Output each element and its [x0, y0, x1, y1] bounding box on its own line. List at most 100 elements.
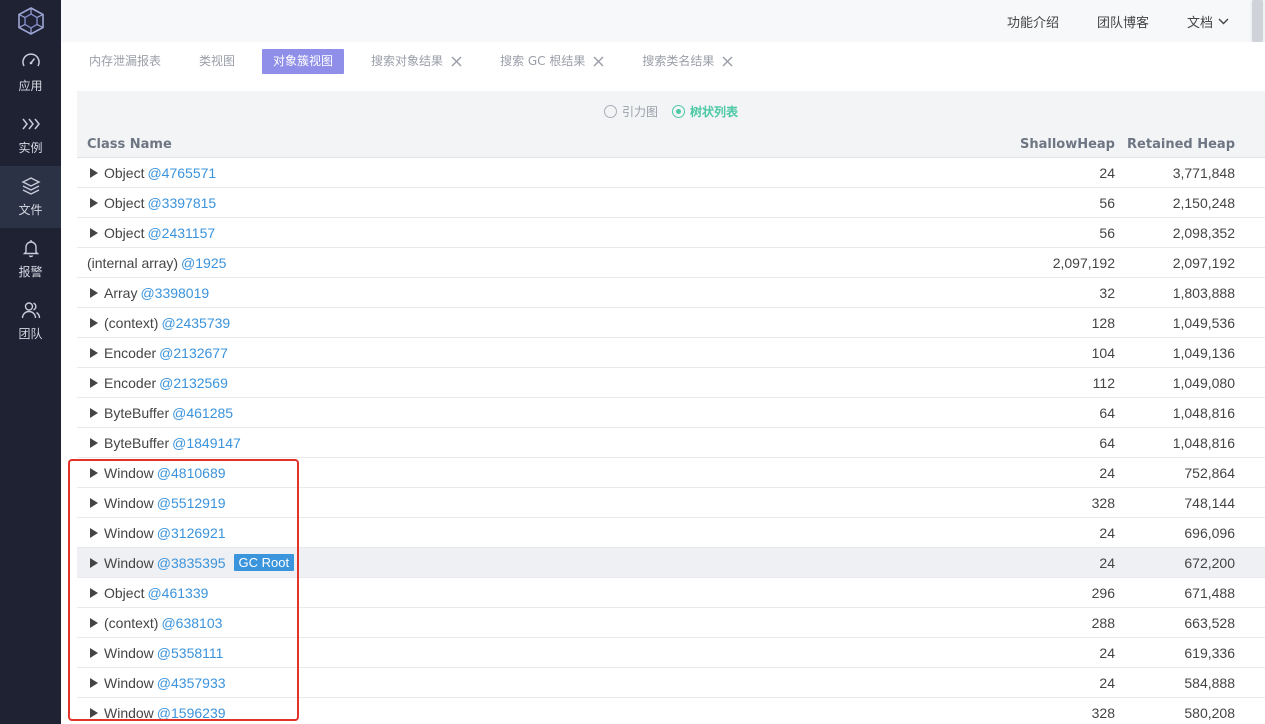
scrollbar-thumb[interactable]	[1252, 0, 1263, 42]
view-toggle: 引力图 树状列表	[77, 91, 1265, 131]
sidebar-item-files[interactable]: 文件	[0, 166, 61, 228]
class-label: Window	[104, 524, 154, 541]
expand-caret-icon[interactable]	[90, 407, 98, 418]
object-address-link[interactable]: @3398019	[140, 285, 209, 301]
object-address-link[interactable]: @2435739	[161, 315, 230, 331]
sidebar-item-label: 报警	[18, 265, 43, 279]
object-address-link[interactable]: @3397815	[147, 195, 216, 211]
object-address-link[interactable]: @5358111	[157, 645, 224, 661]
expand-caret-icon[interactable]	[90, 647, 98, 658]
tab-class-view[interactable]: 类视图	[188, 49, 246, 74]
cell-class-name: Object @461339	[77, 585, 965, 601]
expand-caret-icon[interactable]	[90, 347, 98, 358]
radio-label: 树状列表	[690, 104, 739, 119]
table-row[interactable]: Window @5358111 24 619,336	[77, 638, 1265, 668]
cell-class-name: Window @3835395 GC Root	[77, 554, 965, 571]
table-row[interactable]: Encoder @2132677 104 1,049,136	[77, 338, 1265, 368]
cell-class-name: (internal array) @1925	[77, 255, 965, 271]
table-row[interactable]: ByteBuffer @1849147 64 1,048,816	[77, 428, 1265, 458]
expand-caret-icon[interactable]	[90, 317, 98, 328]
object-address-link[interactable]: @2431157	[147, 225, 215, 241]
tab-label: 对象簇视图	[273, 54, 334, 68]
close-icon[interactable]	[451, 56, 462, 67]
close-icon[interactable]	[593, 56, 604, 67]
topnav-features-link[interactable]: 功能介绍	[1007, 12, 1059, 31]
radio-force-graph[interactable]: 引力图	[603, 103, 658, 120]
object-address-link[interactable]: @638103	[161, 615, 222, 631]
header-class-name[interactable]: Class Name	[77, 137, 965, 152]
table-row[interactable]: Window @3835395 GC Root 24 672,200	[77, 548, 1265, 578]
cell-shallow-heap: 112	[1092, 374, 1115, 391]
table-row[interactable]: (internal array) @1925 2,097,192 2,097,192	[77, 248, 1265, 278]
tab-search-objects[interactable]: 搜索对象结果	[360, 49, 473, 74]
expand-caret-icon[interactable]	[90, 287, 98, 298]
cell-class-name: Window @3126921	[77, 525, 965, 541]
expand-caret-icon[interactable]	[90, 167, 98, 178]
expand-caret-icon[interactable]	[90, 617, 98, 628]
header-retained-heap[interactable]: Retained Heap	[1115, 137, 1265, 152]
expand-caret-icon[interactable]	[90, 497, 98, 508]
topnav-docs-dropdown[interactable]: 文档	[1187, 12, 1229, 31]
expand-caret-icon[interactable]	[90, 677, 98, 688]
object-address-link[interactable]: @1925	[181, 255, 226, 271]
expand-caret-icon[interactable]	[90, 197, 98, 208]
object-address-link[interactable]: @4765571	[147, 165, 216, 181]
layers-icon	[20, 177, 41, 195]
tab-search-gc-roots[interactable]: 搜索 GC 根结果	[489, 49, 615, 74]
close-icon[interactable]	[722, 56, 733, 67]
sidebar-item-team[interactable]: 团队	[0, 290, 61, 352]
expand-caret-icon[interactable]	[90, 227, 98, 238]
page-scrollbar[interactable]	[1250, 0, 1265, 42]
cell-shallow-heap: 24	[1099, 554, 1115, 571]
table-row[interactable]: (context) @638103 288 663,528	[77, 608, 1265, 638]
topnav-blog-link[interactable]: 团队博客	[1097, 12, 1149, 31]
object-address-link[interactable]: @3126921	[157, 525, 226, 541]
expand-caret-icon[interactable]	[90, 707, 98, 718]
class-label: Object	[104, 224, 145, 241]
table-row[interactable]: Object @2431157 56 2,098,352	[77, 218, 1265, 248]
object-address-link[interactable]: @461339	[147, 585, 208, 601]
object-address-link[interactable]: @1596239	[157, 705, 226, 721]
class-label: Array	[104, 284, 138, 301]
table-row[interactable]: Window @3126921 24 696,096	[77, 518, 1265, 548]
table-row[interactable]: Encoder @2132569 112 1,049,080	[77, 368, 1265, 398]
table-row[interactable]: ByteBuffer @461285 64 1,048,816	[77, 398, 1265, 428]
radio-tree-list[interactable]: 树状列表	[672, 103, 738, 120]
object-address-link[interactable]: @4810689	[157, 465, 226, 481]
object-address-link[interactable]: @1849147	[172, 435, 241, 451]
cell-class-name: Window @1596239	[77, 705, 965, 721]
expand-caret-icon[interactable]	[90, 437, 98, 448]
object-address-link[interactable]: @2132569	[159, 375, 228, 391]
table-row[interactable]: Object @461339 296 671,488	[77, 578, 1265, 608]
tab-object-cluster-view[interactable]: 对象簇视图	[262, 49, 345, 74]
object-address-link[interactable]: @2132677	[159, 345, 228, 361]
class-label: Encoder	[104, 374, 157, 391]
object-address-link[interactable]: @5512919	[157, 495, 226, 511]
tab-search-class-names[interactable]: 搜索类名结果	[631, 49, 744, 74]
table-row[interactable]: Window @5512919 328 748,144	[77, 488, 1265, 518]
app-logo[interactable]	[0, 0, 61, 42]
cell-class-name: Window @5512919	[77, 495, 965, 511]
object-address-link[interactable]: @3835395	[157, 555, 226, 571]
header-shallow-heap[interactable]: ShallowHeap	[965, 137, 1115, 152]
expand-caret-icon[interactable]	[90, 467, 98, 478]
table-row[interactable]: Window @4357933 24 584,888	[77, 668, 1265, 698]
tab-leak-report[interactable]: 内存泄漏报表	[78, 49, 172, 74]
table-row[interactable]: Window @1596239 328 580,208	[77, 698, 1265, 724]
object-address-link[interactable]: @461285	[172, 405, 233, 421]
sidebar-item-apps[interactable]: 应用	[0, 42, 61, 104]
sidebar-item-instances[interactable]: 实例	[0, 104, 61, 166]
object-address-link[interactable]: @4357933	[157, 675, 226, 691]
expand-caret-icon[interactable]	[90, 557, 98, 568]
table-row[interactable]: (context) @2435739 128 1,049,536	[77, 308, 1265, 338]
expand-caret-icon[interactable]	[90, 587, 98, 598]
expand-caret-icon[interactable]	[90, 377, 98, 388]
expand-caret-icon[interactable]	[90, 527, 98, 538]
sidebar-item-alerts[interactable]: 报警	[0, 228, 61, 290]
table-row[interactable]: Array @3398019 32 1,803,888	[77, 278, 1265, 308]
bell-icon	[22, 240, 39, 258]
table-row[interactable]: Object @4765571 24 3,771,848	[77, 158, 1265, 188]
class-label: ByteBuffer	[104, 434, 170, 451]
table-row[interactable]: Window @4810689 24 752,864	[77, 458, 1265, 488]
table-row[interactable]: Object @3397815 56 2,150,248	[77, 188, 1265, 218]
